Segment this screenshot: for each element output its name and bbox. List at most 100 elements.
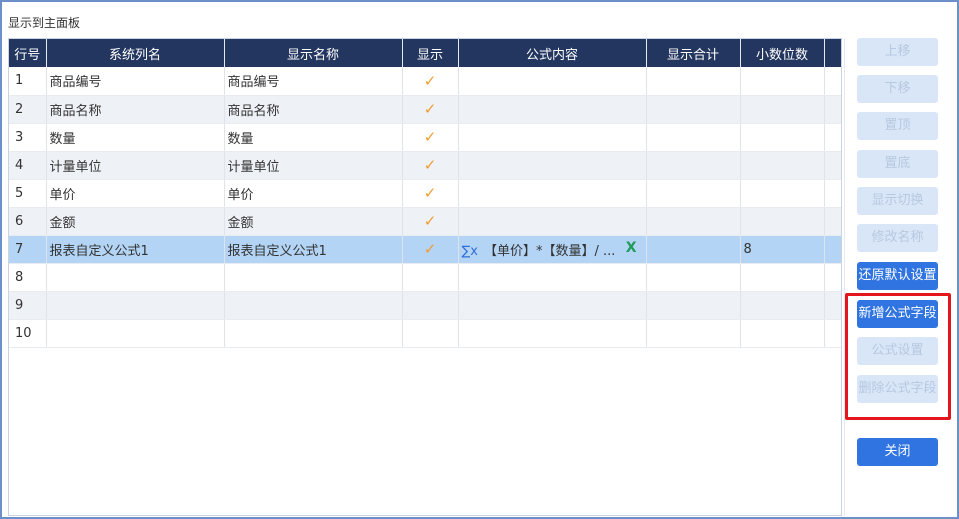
- check-icon[interactable]: ✓: [424, 100, 437, 118]
- table-row[interactable]: 3 数量 数量 ✓: [9, 123, 841, 152]
- cell-show[interactable]: [402, 291, 459, 320]
- cell-show[interactable]: [402, 319, 459, 348]
- cell-system-name[interactable]: 数量: [46, 123, 225, 152]
- toggle-display-button[interactable]: 显示切换: [857, 187, 938, 215]
- cell-show[interactable]: ✓: [402, 179, 459, 208]
- table-row[interactable]: 5 单价 单价 ✓: [9, 179, 841, 208]
- cell-formula[interactable]: ∑x 【单价】*【数量】/ ... X: [458, 235, 647, 264]
- col-header-formula[interactable]: 公式内容: [458, 39, 647, 67]
- cell-show-total[interactable]: [646, 95, 741, 124]
- cell-system-name[interactable]: 商品编号: [46, 67, 225, 96]
- header-scroll-spacer: [824, 39, 841, 67]
- clear-formula-icon[interactable]: X: [626, 240, 637, 256]
- table-row[interactable]: 8: [9, 263, 841, 292]
- cell-decimals[interactable]: [740, 263, 825, 292]
- cell-show-total[interactable]: [646, 291, 741, 320]
- cell-display-name[interactable]: 数量: [224, 123, 403, 152]
- table-row[interactable]: 1 商品编号 商品编号 ✓: [9, 67, 841, 96]
- cell-display-name[interactable]: [224, 291, 403, 320]
- cell-decimals[interactable]: [740, 319, 825, 348]
- cell-system-name[interactable]: 商品名称: [46, 95, 225, 124]
- cell-display-name[interactable]: [224, 263, 403, 292]
- cell-formula[interactable]: [458, 151, 647, 180]
- check-icon[interactable]: ✓: [424, 72, 437, 90]
- cell-show-total[interactable]: [646, 235, 741, 264]
- cell-decimals[interactable]: [740, 67, 825, 96]
- cell-show-total[interactable]: [646, 179, 741, 208]
- table-row[interactable]: 9: [9, 291, 841, 320]
- check-icon[interactable]: ✓: [424, 240, 437, 258]
- cell-show-total[interactable]: [646, 67, 741, 96]
- check-icon[interactable]: ✓: [424, 212, 437, 230]
- cell-decimals[interactable]: [740, 207, 825, 236]
- check-icon[interactable]: ✓: [424, 128, 437, 146]
- cell-formula[interactable]: [458, 263, 647, 292]
- cell-show[interactable]: ✓: [402, 95, 459, 124]
- cell-system-name[interactable]: [46, 263, 225, 292]
- annotation-highlight-box: [845, 293, 951, 420]
- check-icon[interactable]: ✓: [424, 184, 437, 202]
- cell-show-total[interactable]: [646, 319, 741, 348]
- cell-display-name[interactable]: 计量单位: [224, 151, 403, 180]
- cell-system-name[interactable]: 金额: [46, 207, 225, 236]
- col-header-row-number[interactable]: 行号: [9, 39, 47, 67]
- cell-show[interactable]: ✓: [402, 207, 459, 236]
- move-to-top-button[interactable]: 置顶: [857, 112, 938, 140]
- move-up-button[interactable]: 上移: [857, 38, 938, 66]
- cell-display-name[interactable]: 报表自定义公式1: [224, 235, 403, 264]
- row-spacer: [824, 123, 841, 152]
- cell-show[interactable]: ✓: [402, 235, 459, 264]
- cell-show[interactable]: [402, 263, 459, 292]
- cell-row-number: 8: [9, 263, 47, 292]
- table-row[interactable]: 4 计量单位 计量单位 ✓: [9, 151, 841, 180]
- cell-system-name[interactable]: 报表自定义公式1: [46, 235, 225, 264]
- col-header-show-total[interactable]: 显示合计: [646, 39, 741, 67]
- cell-formula[interactable]: [458, 95, 647, 124]
- cell-display-name[interactable]: [224, 319, 403, 348]
- move-to-bottom-button[interactable]: 置底: [857, 150, 938, 178]
- cell-decimals[interactable]: [740, 95, 825, 124]
- cell-show-total[interactable]: [646, 151, 741, 180]
- cell-system-name[interactable]: [46, 291, 225, 320]
- cell-decimals[interactable]: [740, 291, 825, 320]
- cell-decimals[interactable]: [740, 123, 825, 152]
- table-row-selected[interactable]: 7 报表自定义公式1 报表自定义公式1 ✓ ∑x 【单价】*【数量】/ ... X …: [9, 235, 841, 264]
- formula-icon[interactable]: ∑x: [462, 244, 478, 259]
- table-row[interactable]: 6 金额 金额 ✓: [9, 207, 841, 236]
- cell-display-name[interactable]: 金额: [224, 207, 403, 236]
- table-row[interactable]: 2 商品名称 商品名称 ✓: [9, 95, 841, 124]
- col-header-display-name[interactable]: 显示名称: [224, 39, 403, 67]
- cell-display-name[interactable]: 商品名称: [224, 95, 403, 124]
- cell-show[interactable]: ✓: [402, 151, 459, 180]
- cell-formula[interactable]: [458, 291, 647, 320]
- row-spacer: [824, 151, 841, 180]
- col-header-decimals[interactable]: 小数位数: [740, 39, 825, 67]
- cell-show-total[interactable]: [646, 123, 741, 152]
- move-down-button[interactable]: 下移: [857, 75, 938, 103]
- close-button[interactable]: 关闭: [857, 438, 938, 466]
- restore-default-button[interactable]: 还原默认设置: [857, 262, 938, 290]
- check-icon[interactable]: ✓: [424, 156, 437, 174]
- cell-system-name[interactable]: 单价: [46, 179, 225, 208]
- cell-decimals[interactable]: [740, 179, 825, 208]
- cell-show[interactable]: ✓: [402, 123, 459, 152]
- cell-formula[interactable]: [458, 123, 647, 152]
- rename-button[interactable]: 修改名称: [857, 224, 938, 252]
- cell-show-total[interactable]: [646, 207, 741, 236]
- cell-display-name[interactable]: 商品编号: [224, 67, 403, 96]
- cell-display-name[interactable]: 单价: [224, 179, 403, 208]
- cell-formula[interactable]: [458, 207, 647, 236]
- cell-row-number: 6: [9, 207, 47, 236]
- table-row[interactable]: 10: [9, 319, 841, 348]
- col-header-system-name[interactable]: 系统列名: [46, 39, 225, 67]
- cell-decimals[interactable]: 8: [740, 235, 825, 264]
- cell-show-total[interactable]: [646, 263, 741, 292]
- cell-system-name[interactable]: 计量单位: [46, 151, 225, 180]
- cell-formula[interactable]: [458, 67, 647, 96]
- cell-formula[interactable]: [458, 179, 647, 208]
- cell-decimals[interactable]: [740, 151, 825, 180]
- cell-show[interactable]: ✓: [402, 67, 459, 96]
- cell-system-name[interactable]: [46, 319, 225, 348]
- col-header-show[interactable]: 显示: [402, 39, 459, 67]
- cell-formula[interactable]: [458, 319, 647, 348]
